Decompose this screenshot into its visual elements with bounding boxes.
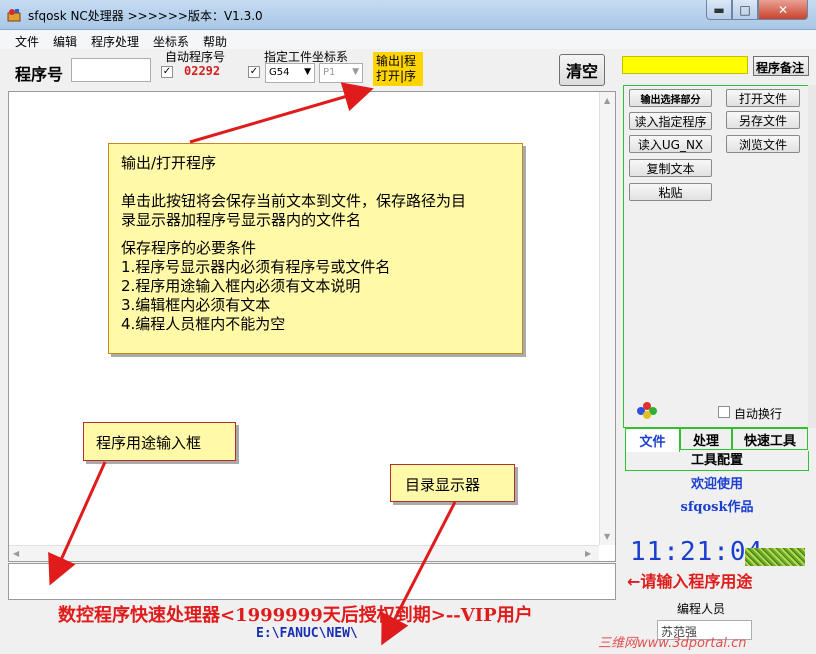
read-program-button[interactable]: 读入指定程序 (629, 112, 712, 130)
scroll-up-icon[interactable]: ▲ (604, 96, 610, 105)
paste-button[interactable]: 粘贴 (629, 183, 712, 201)
callout-conditions-title: 保存程序的必要条件 (121, 239, 257, 257)
close-button[interactable]: ✕ (758, 0, 808, 20)
clear-button[interactable]: 清空 (559, 54, 605, 86)
status-indicator (745, 548, 805, 566)
directory-callout: 目录显示器 (390, 464, 515, 502)
program-number-input[interactable] (71, 58, 151, 82)
purpose-hint: ←请输入程序用途 (627, 572, 753, 591)
callout-condition: 3.编辑框内必须有文本 (121, 296, 271, 314)
output-open-callout: 输出/打开程序 单击此按钮将会保存当前文本到文件，保存路径为目 录显示器加程序号… (108, 143, 523, 354)
auto-wrap-checkbox[interactable] (718, 406, 730, 418)
output-open-label-line1: 输出|程 (376, 54, 417, 68)
callout-condition: 1.程序号显示器内必须有程序号或文件名 (121, 258, 391, 276)
program-note-button[interactable]: 程序备注 (753, 56, 809, 76)
callout-title: 输出/打开程序 (121, 154, 217, 172)
welcome-text: 欢迎使用 (690, 477, 743, 492)
menu-edit[interactable]: 编辑 (53, 33, 77, 50)
p-value: P1 (323, 67, 336, 78)
tab-file[interactable]: 文件 (625, 428, 680, 452)
tools-config-button[interactable]: 工具配置 (625, 451, 809, 471)
chevron-down-icon: ▼ (352, 67, 359, 77)
program-purpose-input[interactable] (8, 563, 616, 600)
chevron-down-icon: ▼ (304, 67, 311, 77)
open-file-button[interactable]: 打开文件 (726, 89, 800, 107)
callout-text: 单击此按钮将会保存当前文本到文件，保存路径为目 (121, 192, 467, 210)
coord-system-value: G54 (269, 67, 290, 78)
menu-program-process[interactable]: 程序处理 (91, 33, 139, 50)
output-open-label-line2: 打开|序 (376, 69, 417, 83)
auto-program-checkbox[interactable]: ✓ (161, 66, 173, 78)
tab-process[interactable]: 处理 (680, 428, 732, 450)
maximize-icon: □ (739, 2, 751, 17)
read-ug-nx-button[interactable]: 读入UG_NX (629, 135, 712, 153)
auto-program-label: 自动程序号 (165, 50, 226, 64)
scroll-right-icon[interactable]: ▶ (585, 549, 591, 558)
program-note-display (622, 56, 748, 74)
menu-file[interactable]: 文件 (15, 33, 39, 50)
coord-system-checkbox[interactable]: ✓ (248, 66, 260, 78)
window-title: sfqosk NC处理器 >>>>>>版本：V1.3.0 (28, 9, 263, 23)
right-panel-scrollbar[interactable] (808, 85, 816, 428)
minimize-icon: ▬ (713, 2, 725, 17)
author-text: sfqosk作品 (680, 500, 754, 515)
maximize-button[interactable]: □ (732, 0, 758, 20)
editor-vertical-scrollbar[interactable]: ▲ ▼ (599, 92, 615, 545)
output-open-button[interactable]: 输出|程 打开|序 (373, 52, 423, 86)
directory-display: E:\FANUC\NEW\ (256, 626, 358, 641)
copy-text-button[interactable]: 复制文本 (629, 159, 712, 177)
save-as-button[interactable]: 另存文件 (726, 111, 800, 129)
programmer-label: 编程人员 (677, 602, 726, 616)
callout-condition: 4.编程人员框内不能为空 (121, 315, 286, 333)
auto-wrap-label: 自动换行 (734, 407, 783, 421)
callout-condition: 2.程序用途输入框内必须有文本说明 (121, 277, 361, 295)
scroll-down-icon[interactable]: ▼ (604, 532, 610, 541)
app-icon (7, 9, 21, 22)
coord-system-select[interactable]: G54 ▼ (265, 63, 315, 83)
browse-file-button[interactable]: 浏览文件 (726, 135, 800, 153)
editor-horizontal-scrollbar[interactable]: ◀ ▶ (9, 545, 599, 561)
purpose-input-callout: 程序用途输入框 (83, 422, 236, 461)
tab-quick-tools[interactable]: 快速工具 (732, 428, 808, 450)
auto-program-number: 02292 (184, 64, 221, 78)
callout-text: 录显示器加程序号显示器内的文件名 (121, 211, 362, 229)
output-selection-button[interactable]: 输出选择部分 (629, 89, 712, 107)
close-icon: ✕ (777, 2, 789, 17)
minimize-button[interactable]: ▬ (706, 0, 732, 20)
p-select[interactable]: P1 ▼ (319, 63, 363, 83)
license-banner: 数控程序快速处理器<1999999天后授权到期>--VIP用户 (58, 605, 533, 626)
program-number-label: 程序号 (15, 65, 64, 84)
scroll-left-icon[interactable]: ◀ (13, 549, 19, 558)
watermark: 三维网www.3dportal.cn (598, 636, 747, 651)
clock-display: 11:21:04 (630, 537, 764, 567)
app-logo-icon (637, 402, 657, 419)
